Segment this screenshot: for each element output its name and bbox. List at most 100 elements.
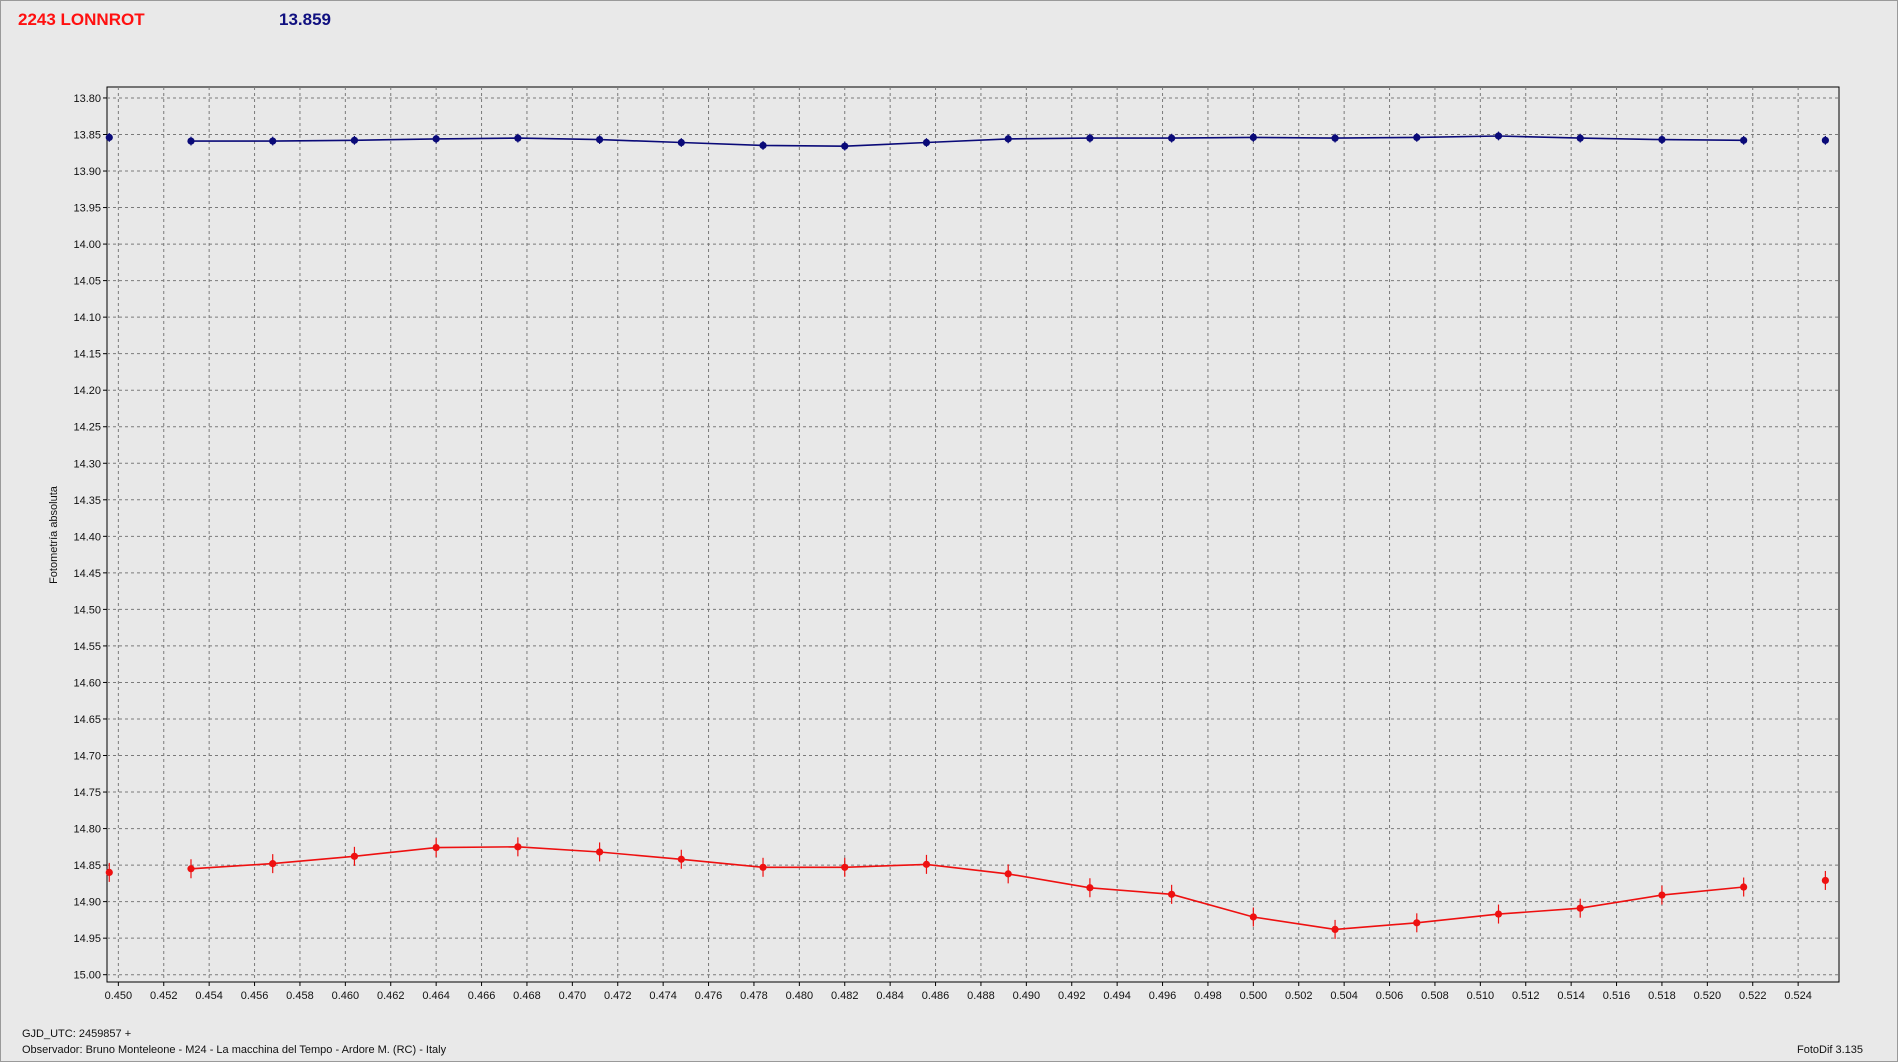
x-tick-label: 0.506 [1376,990,1404,1002]
x-tick-label: 0.494 [1103,990,1131,1002]
x-tick-label: 0.464 [422,990,450,1002]
series-0-point [269,137,277,145]
y-tick-label: 14.10 [73,312,101,324]
x-tick-label: 0.498 [1194,990,1222,1002]
x-tick-label: 0.508 [1421,990,1449,1002]
x-tick-label: 0.466 [468,990,496,1002]
series-0-point [1821,136,1829,144]
series-1-point [1086,884,1094,892]
y-tick-label: 14.45 [73,568,101,580]
series-0-point [1576,134,1584,142]
x-tick-label: 0.512 [1512,990,1540,1002]
x-tick-label: 0.456 [241,990,269,1002]
x-tick-label: 0.472 [604,990,632,1002]
series-1-point [1004,870,1012,878]
x-tick-label: 0.514 [1557,990,1585,1002]
series-1-point [187,865,195,873]
x-tick-label: 0.458 [286,990,314,1002]
x-tick-label: 0.480 [786,990,814,1002]
y-tick-label: 14.70 [73,751,101,763]
y-tick-label: 14.50 [73,604,101,616]
series-1-point [1576,904,1584,912]
x-tick-label: 0.510 [1467,990,1495,1002]
series-0-point [432,135,440,143]
series-1-point [350,852,359,860]
y-tick-label: 14.40 [73,531,101,543]
series-1-point [105,868,113,877]
observer-label: Observador: Bruno Monteleone - M24 - La … [22,1044,447,1056]
series-0-point [922,138,931,147]
x-tick-label: 0.470 [559,990,587,1002]
series-1-point [269,860,277,868]
y-tick-label: 14.35 [73,495,101,507]
series-0-point [677,138,685,147]
y-tick-label: 13.90 [73,166,101,178]
x-tick-label: 0.504 [1330,990,1358,1002]
series-0-point [1249,133,1257,142]
series-0-point [841,142,849,150]
series-0-point [187,137,195,145]
y-tick-label: 14.15 [73,349,101,361]
light-curve-chart: 13.80 13.85 13.90 13.95 14.00 14.05 14.10 14.15… [48,86,1840,1002]
series-1-point [1658,891,1666,899]
y-tick-label: 14.05 [73,276,101,288]
gjd-label: GJD_UTC: 2459857 + [22,1028,132,1040]
x-tick-label: 0.518 [1648,990,1676,1002]
x-tick-label: 0.524 [1784,990,1812,1002]
series-1-point [1821,876,1829,885]
series-1-point [841,863,849,871]
y-tick-label: 14.00 [73,239,101,251]
series-0-point [1494,132,1503,140]
series-1-point [922,860,931,868]
x-tick-label: 0.452 [150,990,178,1002]
y-tick-label: 13.95 [73,203,101,215]
y-tick-label: 14.20 [73,385,101,397]
y-tick-label: 14.30 [73,458,101,470]
series-1-point [1168,890,1176,898]
x-tick-label: 0.520 [1694,990,1722,1002]
x-tick-label: 0.522 [1739,990,1767,1002]
x-tick-label: 0.516 [1603,990,1631,1002]
x-tick-label: 0.468 [513,990,541,1002]
y-tick-label: 14.80 [73,824,101,836]
series-0-point [514,134,522,142]
series-0-point [350,136,359,144]
x-tick-label: 0.502 [1285,990,1313,1002]
series-0-point [1331,134,1339,142]
series-1-point [1331,925,1339,933]
y-tick-label: 14.85 [73,860,101,872]
series-0-point [759,141,767,150]
series-0-point [105,133,113,142]
x-tick-label: 0.474 [649,990,677,1002]
x-tick-label: 0.490 [1013,990,1041,1002]
x-tick-label: 0.476 [695,990,723,1002]
y-tick-label: 14.90 [73,897,101,909]
series-1-point [514,843,522,851]
x-tick-label: 0.478 [740,990,768,1002]
series-0-point [1740,136,1748,144]
y-tick-label: 14.95 [73,933,101,945]
series-0-point [1086,134,1094,142]
series-0-point [1658,136,1666,144]
series-0-point [1413,133,1421,142]
y-axis-label: Fotometría absoluta [48,485,60,584]
y-tick-label: 14.60 [73,677,101,689]
y-tick-label: 13.80 [73,93,101,105]
software-version: FotoDif 3.135 [1797,1044,1864,1056]
series-0-point [595,136,604,144]
x-tick-label: 0.488 [967,990,995,1002]
series-1-point [595,848,604,856]
y-tick-label: 14.75 [73,787,101,799]
y-tick-label: 14.65 [73,714,101,726]
y-tick-label: 13.85 [73,129,101,141]
x-tick-label: 0.500 [1240,990,1268,1002]
y-tick-label: 14.25 [73,422,101,434]
y-tick-label: 15.00 [73,970,101,982]
series-1-point [432,843,440,852]
x-tick-label: 0.492 [1058,990,1086,1002]
series-0-point [1004,135,1012,143]
x-tick-label: 0.496 [1149,990,1177,1002]
series-1-point [1494,910,1503,918]
x-tick-label: 0.462 [377,990,405,1002]
x-tick-label: 0.450 [105,990,133,1002]
